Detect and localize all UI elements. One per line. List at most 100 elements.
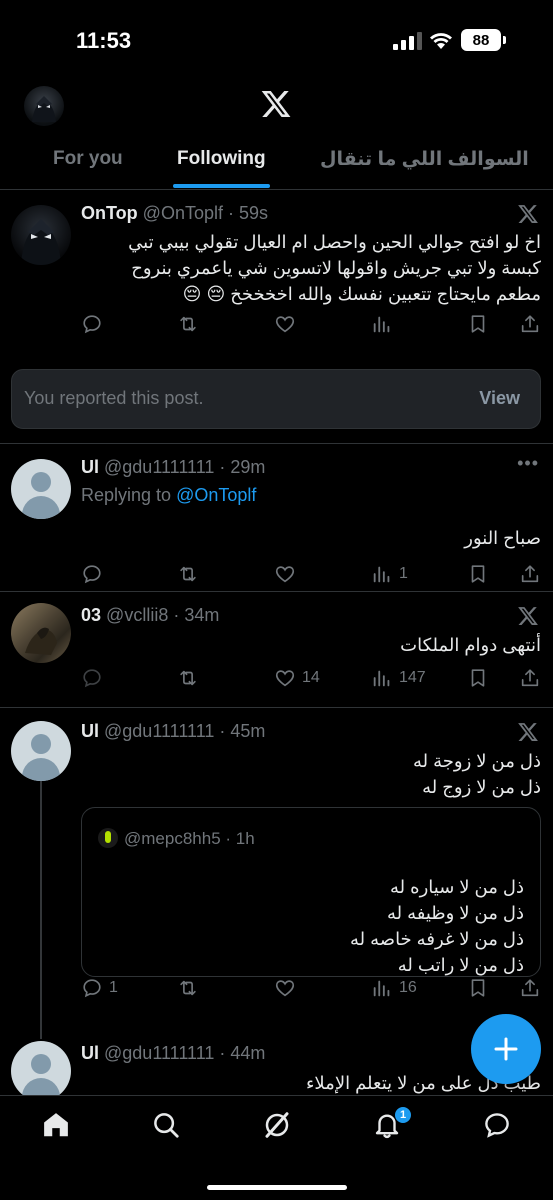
display-name[interactable]: Ul [81,721,99,741]
avatar[interactable] [11,205,71,265]
quoted-text-line: ذل من لا غرفه خاصه له [350,929,524,949]
tweet[interactable]: Ul @gdu1111111 · 45m ذل من لا زوجة له ذل… [0,709,553,1095]
tweet-actions: 1 16 [81,977,543,1003]
profile-avatar-button[interactable] [24,86,64,126]
quoted-text-line: ذل من لا راتب له [397,955,524,975]
bookmark-icon [471,565,485,583]
more-options-icon[interactable]: ••• [517,453,539,474]
quoted-tweet[interactable]: @mepc8hh5 · 1h ذل من لا سياره له ذل من ل… [81,807,541,977]
view-reported-button[interactable]: View [479,388,520,409]
display-name[interactable]: Ul [81,457,99,477]
avatar[interactable] [11,459,71,519]
reply-button[interactable] [81,313,109,335]
share-icon [521,669,539,687]
compose-post-button[interactable] [471,1014,541,1084]
grok-icon[interactable] [262,1110,292,1140]
share-icon [521,565,539,583]
bookmark-button[interactable] [467,977,489,999]
tweet-text-line: صباح النور [464,528,541,548]
tweet-actions: 1 [81,563,543,589]
like-button[interactable] [274,313,302,335]
repost-icon [180,566,196,582]
share-button[interactable] [519,563,541,585]
like-button[interactable]: 14 [274,667,320,689]
tab-following[interactable]: Following [177,148,266,170]
views-button[interactable]: 16 [371,977,417,999]
tab-for-you[interactable]: For you [53,148,123,170]
avatar[interactable] [11,603,71,663]
tweet-text: أنتهى دوام الملكات [400,632,541,658]
replying-handle-link[interactable]: @OnToplf [176,485,256,505]
reply-icon [83,565,101,584]
timeline-feed[interactable]: OnTop @OnToplf · 59s اخ لو افتح جوالي ال… [0,191,553,1095]
reply-button[interactable]: 1 [81,977,118,999]
like-count: 14 [302,669,320,686]
reply-button[interactable] [81,667,109,689]
like-button[interactable] [274,563,302,585]
bookmark-button[interactable] [467,313,489,335]
notifications-badge: 1 [394,1106,412,1124]
bookmark-button[interactable] [467,667,489,689]
tweet-actions: 14 147 [81,667,543,693]
thread-connector-line [40,781,42,1039]
x-grok-icon[interactable] [517,203,539,225]
avatar-image-icon [21,219,61,265]
tweet-header: Ul @gdu1111111 · 45m [81,721,265,742]
replying-label: Replying to [81,485,172,505]
status-time: 11:53 [76,28,132,53]
repost-button[interactable] [177,563,205,585]
tweet-text-line: أنتهى دوام الملكات [400,635,541,655]
tweet[interactable]: Ul @gdu1111111 · 29m ••• Replying to @On… [0,445,553,592]
display-name[interactable]: OnTop [81,203,138,223]
battery-level: 88 [461,29,501,51]
home-icon[interactable] [41,1110,71,1140]
views-count: 1 [399,565,408,582]
timeline-tabs: For you Following السوالف اللي ما تنقال [0,142,553,190]
avatar[interactable] [11,721,71,781]
tweet-text: ذل من لا زوجة له ذل من لا زوج له [413,748,541,800]
handle-time: @gdu1111111 · 45m [104,721,266,741]
repost-button[interactable] [177,977,205,999]
tweet-header: OnTop @OnToplf · 59s [81,203,268,224]
display-name[interactable]: 03 [81,605,101,625]
share-button[interactable] [519,977,541,999]
bookmark-icon [471,669,485,687]
x-grok-icon[interactable] [517,721,539,743]
heart-icon [275,670,295,687]
x-grok-icon[interactable] [517,605,539,627]
tweet-text-line: ذل من لا زوج له [422,777,541,797]
bookmark-icon [471,979,485,997]
quoted-text-line: ذل من لا وظيفه له [386,903,524,923]
bookmark-button[interactable] [467,563,489,585]
like-button[interactable] [274,977,302,999]
reported-message: You reported this post. [24,388,204,408]
home-indicator [207,1185,347,1190]
share-button[interactable] [519,313,541,335]
quoted-text-line: ذل من لا سياره له [390,877,524,897]
tweet-actions [81,313,543,339]
tweet-header: Ul @gdu1111111 · 44m [81,1043,265,1064]
quoted-tweet-header: @mepc8hh5 · 1h [98,828,255,849]
views-button[interactable]: 147 [371,667,426,689]
wifi-icon [430,33,452,49]
tweet-text-line: كبسة ولا تبي جريش واقولها لاتسوين شي ياع… [131,258,541,278]
tab-pinned-list[interactable]: السوالف اللي ما تنقال [320,148,529,171]
tweet[interactable]: 03 @vcllii8 · 34m أنتهى دوام الملكات 14 [0,593,553,708]
views-button[interactable] [371,313,399,335]
heart-icon [275,566,295,583]
repost-icon [180,980,196,996]
tweet[interactable]: OnTop @OnToplf · 59s اخ لو افتح جوالي ال… [0,191,553,444]
views-chart-icon [373,980,390,997]
messages-icon[interactable] [482,1110,512,1140]
search-icon[interactable] [151,1110,181,1140]
display-name[interactable]: Ul [81,1043,99,1063]
repost-button[interactable] [177,667,205,689]
tweet-text-line: مطعم مايحتاج تتعبين نفسك والله اخخخخخ 😔 … [182,284,541,304]
share-button[interactable] [519,667,541,689]
repost-button[interactable] [177,313,205,335]
reply-icon [83,979,101,998]
views-button[interactable]: 1 [371,563,408,585]
avatar[interactable] [11,1041,71,1095]
x-logo-icon[interactable] [260,88,292,120]
reply-button[interactable] [81,563,109,585]
